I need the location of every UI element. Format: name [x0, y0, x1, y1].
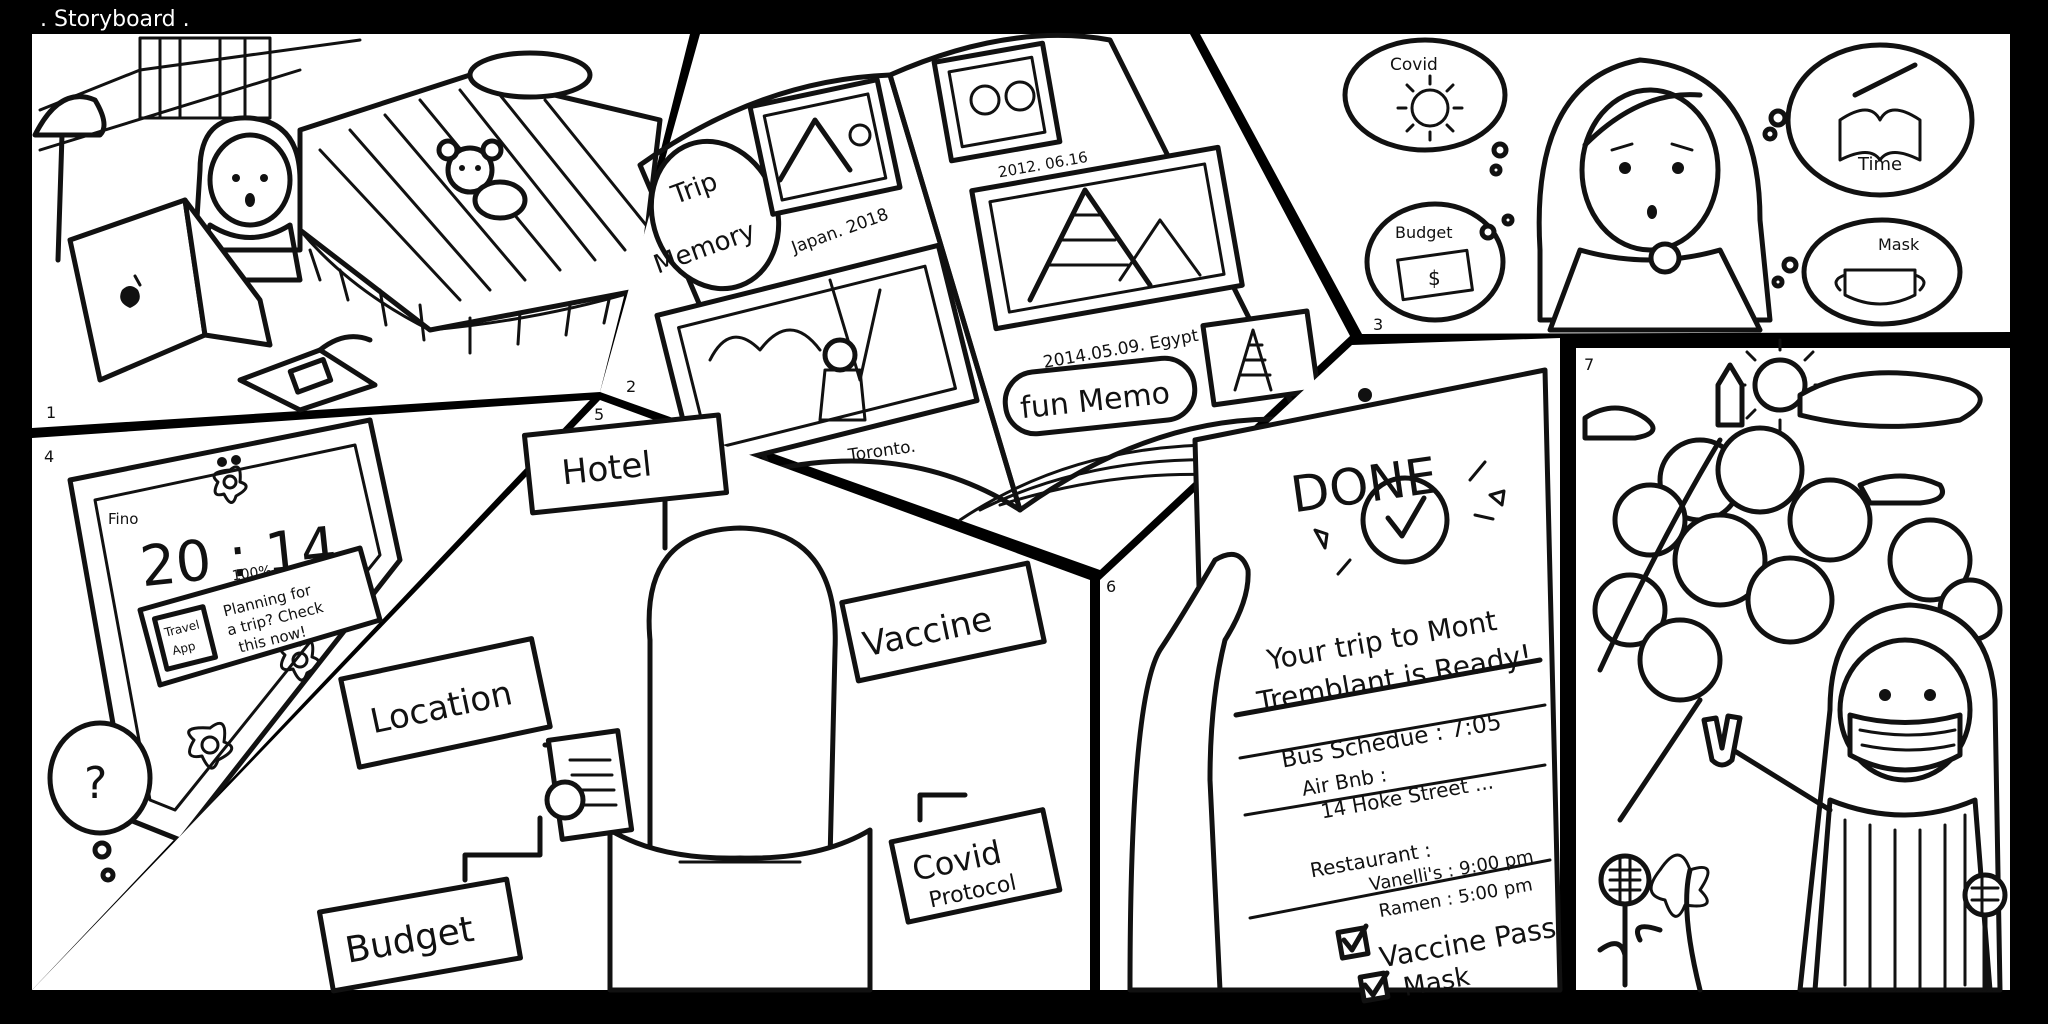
bubble-covid-label: Covid: [1390, 55, 1438, 75]
panel-4-number: 4: [44, 447, 54, 466]
checklist-paper: [544, 728, 635, 842]
checkbox-mask[interactable]: [1357, 970, 1391, 1004]
panel-5-number: 5: [594, 405, 604, 424]
travel-app-icon: [151, 604, 219, 672]
bubble-time-label: Time: [1857, 154, 1902, 175]
storyboard-title: . Storyboard .: [40, 7, 190, 32]
photo-staircase: [1200, 308, 1321, 408]
panel-3-number: 3: [1373, 315, 1383, 334]
face-mask-icon: [1847, 712, 1963, 773]
storyboard-page: . Storyboard . 1 Trip Memory Japan. 2018…: [0, 0, 2048, 1024]
girl-from-behind: [607, 525, 873, 993]
panel-1-number: 1: [46, 403, 56, 422]
panel-6-number: 6: [1106, 577, 1116, 596]
checkbox-vaccine-pass[interactable]: [1335, 923, 1371, 961]
cloud-right: [1857, 473, 1945, 506]
panel-7: 7: [1576, 338, 2010, 993]
photo-japan: [747, 77, 903, 217]
photo-2012: [931, 40, 1063, 164]
panel-2-number: 2: [626, 377, 636, 396]
storyboard-canvas: . Storyboard . 1 Trip Memory Japan. 2018…: [32, 7, 2010, 1004]
bubble-budget-label: Budget: [1395, 223, 1453, 242]
panel-1: 1: [32, 34, 690, 428]
question-mark: ?: [84, 758, 107, 809]
bubble-mask-label: Mask: [1878, 235, 1920, 254]
panel-7-number: 7: [1584, 355, 1594, 374]
carrier-name: Fino: [108, 510, 138, 528]
mindmap-box-hotel[interactable]: Hotel: [521, 412, 730, 516]
bubble-budget-symbol: $: [1428, 266, 1441, 290]
cloud-large: [1797, 370, 1983, 429]
